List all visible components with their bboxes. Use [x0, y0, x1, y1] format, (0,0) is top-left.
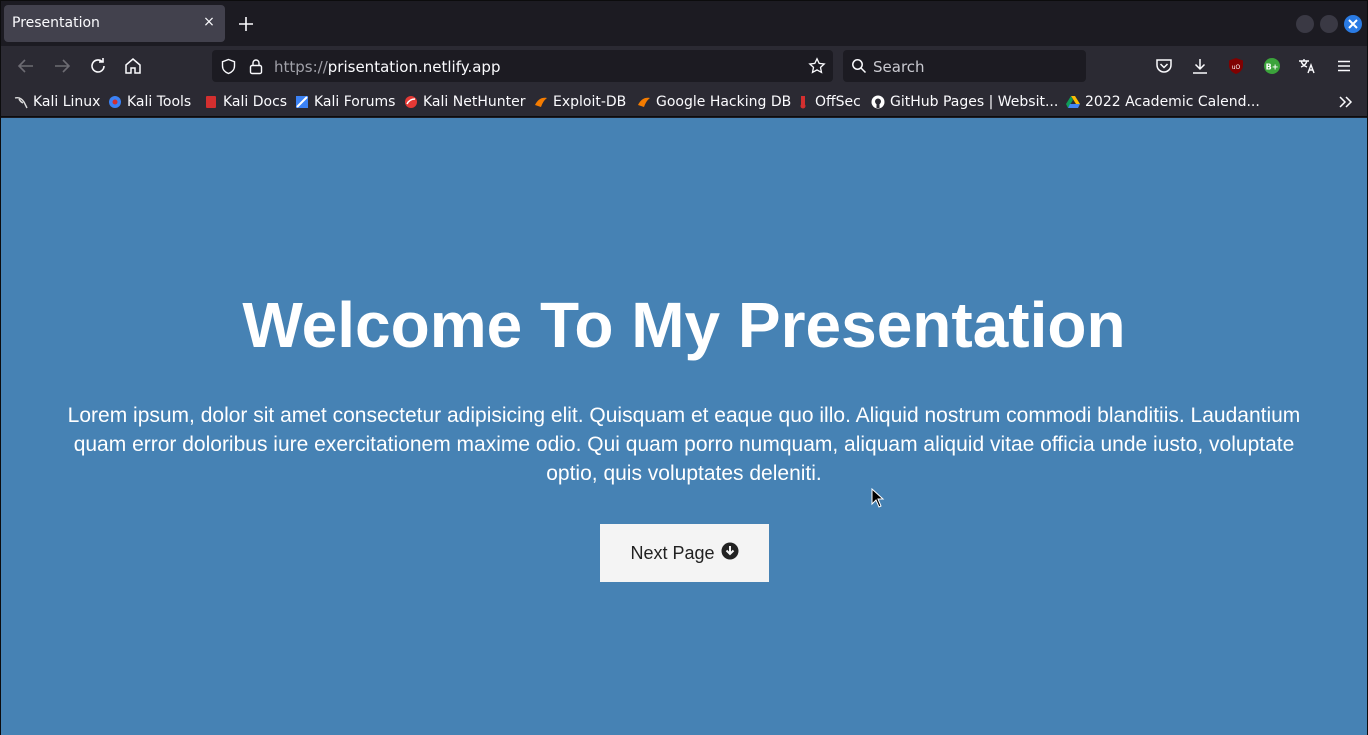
address-bar[interactable]: https://prisentation.netlify.app	[212, 50, 833, 82]
bookmark-kali-linux[interactable]: Kali Linux	[14, 92, 100, 112]
hamburger-menu-icon[interactable]	[1334, 56, 1354, 76]
kali-dragon-icon	[14, 95, 28, 109]
google-drive-icon	[1066, 95, 1080, 109]
bookmark-kali-forums[interactable]: Kali Forums	[295, 92, 395, 112]
bookmarks-toolbar: Kali Linux Kali Tools Kali Docs Kali For…	[1, 87, 1367, 117]
search-placeholder: Search	[873, 58, 925, 76]
bookmark-star-icon[interactable]	[808, 57, 826, 75]
bookmark-offsec[interactable]: OffSec	[796, 92, 861, 112]
exploit-db-icon	[534, 95, 548, 109]
url-host: prisentation.netlify.app	[327, 58, 501, 76]
browser-window: Presentation × https://prisentation.netl…	[0, 0, 1368, 735]
pocket-icon[interactable]	[1154, 56, 1174, 76]
reload-icon[interactable]	[88, 56, 108, 76]
chevron-double-right-icon[interactable]	[1337, 93, 1355, 111]
translate-extension-icon[interactable]	[1297, 56, 1317, 76]
tab-presentation[interactable]: Presentation ×	[4, 5, 225, 42]
extension-bplus-icon[interactable]: B+	[1262, 56, 1282, 76]
page-title: Welcome To My Presentation	[242, 289, 1126, 361]
back-arrow-icon[interactable]	[16, 56, 36, 76]
navigation-toolbar: https://prisentation.netlify.app Search …	[1, 46, 1367, 87]
kali-docs-icon	[204, 95, 218, 109]
kali-tools-icon	[108, 95, 122, 109]
forward-arrow-icon[interactable]	[52, 56, 72, 76]
arrow-circle-down-icon	[721, 542, 739, 565]
github-icon	[871, 95, 885, 109]
mouse-cursor-icon	[871, 487, 885, 508]
svg-text:B+: B+	[1266, 63, 1279, 72]
bookmark-kali-docs[interactable]: Kali Docs	[204, 92, 287, 112]
close-window-button[interactable]	[1344, 15, 1362, 33]
bookmark-academic-calendar[interactable]: 2022 Academic Calend...	[1066, 92, 1260, 112]
shield-icon[interactable]	[220, 58, 237, 75]
tab-title: Presentation	[12, 15, 100, 31]
bookmark-github-pages[interactable]: GitHub Pages | Websit...	[871, 92, 1058, 112]
kali-forums-icon	[295, 95, 309, 109]
intro-paragraph: Lorem ipsum, dolor sit amet consectetur …	[67, 404, 1301, 485]
search-icon	[851, 58, 867, 74]
ublock-origin-icon[interactable]: uO	[1226, 56, 1246, 76]
url-protocol: https://	[274, 58, 328, 76]
svg-text:uO: uO	[1232, 64, 1241, 71]
tab-close-icon[interactable]: ×	[201, 14, 217, 30]
nethunter-icon	[404, 95, 418, 109]
ghdb-icon	[637, 95, 651, 109]
url-text[interactable]: https://prisentation.netlify.app	[274, 58, 500, 76]
bookmark-google-hacking-db[interactable]: Google Hacking DB	[637, 92, 791, 112]
next-page-button[interactable]: Next Page	[600, 524, 769, 582]
bookmark-exploit-db[interactable]: Exploit-DB	[534, 92, 626, 112]
tab-strip: Presentation ×	[1, 1, 1367, 46]
home-icon[interactable]	[123, 56, 143, 76]
downloads-icon[interactable]	[1190, 56, 1210, 76]
lock-icon[interactable]	[248, 58, 264, 75]
plus-icon[interactable]	[235, 13, 257, 35]
next-page-label: Next Page	[630, 542, 715, 563]
bookmark-kali-nethunter[interactable]: Kali NetHunter	[404, 92, 525, 112]
maximize-button[interactable]	[1320, 15, 1338, 33]
search-bar[interactable]: Search	[843, 50, 1086, 82]
minimize-button[interactable]	[1296, 15, 1314, 33]
bookmark-kali-tools[interactable]: Kali Tools	[108, 92, 191, 112]
page-content: Welcome To My Presentation Lorem ipsum, …	[1, 118, 1367, 735]
offsec-icon	[796, 95, 810, 109]
